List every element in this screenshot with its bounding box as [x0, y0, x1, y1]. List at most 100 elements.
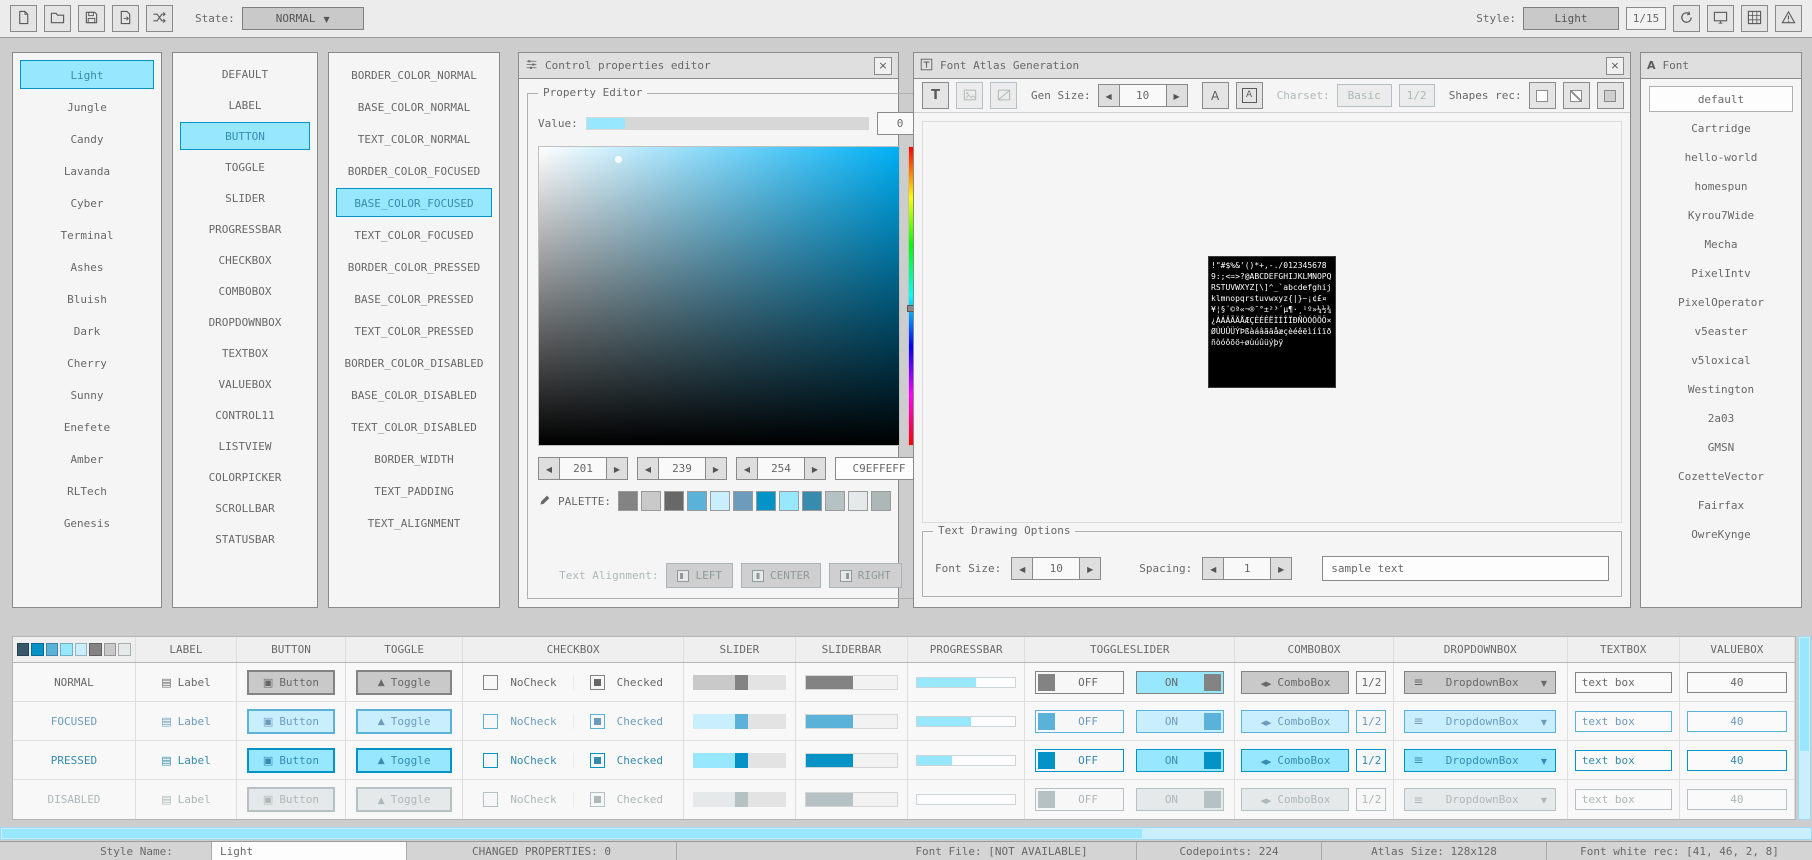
list-item[interactable]: Genesis [20, 508, 154, 537]
button-preview[interactable]: Button [247, 670, 335, 695]
font-size-value[interactable]: 10 [1033, 557, 1079, 580]
toggleslider-off[interactable]: OFF [1035, 671, 1123, 694]
list-item[interactable]: Westington [1649, 376, 1793, 402]
state-dropdown[interactable]: NORMAL [242, 7, 364, 30]
combobox-counter[interactable]: 1/2 [1356, 710, 1386, 733]
list-item[interactable]: Dark [20, 316, 154, 345]
spinner-right-button[interactable] [804, 457, 826, 480]
color-swatch[interactable] [641, 491, 661, 511]
align-left-button[interactable]: LEFT [666, 563, 733, 588]
font-case-button[interactable] [1202, 82, 1229, 109]
slider-handle[interactable] [735, 675, 748, 690]
list-item[interactable]: RLTech [20, 476, 154, 505]
toggle-preview[interactable]: Toggle [356, 670, 451, 695]
list-item[interactable]: BORDER_COLOR_NORMAL [336, 60, 492, 89]
list-item[interactable]: Terminal [20, 220, 154, 249]
font-atlas-image[interactable]: !"#$%&'()*+,-./0123456789:;<=>?@ABCDEFGH… [1208, 256, 1336, 388]
textbox-preview[interactable] [1575, 672, 1672, 693]
list-item[interactable]: OwreKynge [1649, 521, 1793, 547]
red-value[interactable]: 201 [560, 457, 606, 480]
spinner-left-button[interactable] [538, 457, 560, 480]
blue-value[interactable]: 254 [758, 457, 804, 480]
list-item[interactable]: VALUEBOX [180, 370, 310, 398]
list-item[interactable]: TEXTBOX [180, 339, 310, 367]
atlas-viewport[interactable]: !"#$%&'()*+,-./0123456789:;<=>?@ABCDEFGH… [922, 121, 1622, 523]
combobox-counter[interactable]: 1/2 [1356, 749, 1386, 772]
list-item[interactable]: SLIDER [180, 184, 310, 212]
list-item[interactable]: TEXT_ALIGNMENT [336, 508, 492, 537]
color-swatch[interactable] [802, 491, 822, 511]
color-swatch[interactable] [687, 491, 707, 511]
color-cursor[interactable] [615, 156, 622, 163]
combobox-preview[interactable]: ComboBox [1241, 710, 1349, 733]
list-item[interactable]: LISTVIEW [180, 432, 310, 460]
spinner-left-button[interactable] [637, 457, 659, 480]
toggleslider-on[interactable]: ON [1136, 671, 1224, 694]
color-swatch[interactable] [825, 491, 845, 511]
sponsor-button[interactable] [1775, 5, 1802, 32]
screen-mode-button[interactable] [1707, 5, 1734, 32]
value-slider-handle[interactable] [587, 118, 625, 129]
list-item[interactable]: Cherry [20, 348, 154, 377]
scrollbar-thumb[interactable] [2, 829, 1142, 838]
list-item[interactable]: Mecha [1649, 231, 1793, 257]
color-swatch[interactable] [618, 491, 638, 511]
dropdownbox-preview[interactable]: DropdownBox [1404, 710, 1556, 733]
sliderbar-preview[interactable] [805, 675, 898, 690]
valuebox-preview[interactable] [1687, 672, 1787, 693]
sliderbar-preview[interactable] [805, 714, 898, 729]
new-style-button[interactable] [10, 5, 37, 32]
list-item[interactable]: Jungle [20, 92, 154, 121]
spinner-right-button[interactable] [1079, 557, 1101, 580]
valuebox-preview[interactable] [1687, 750, 1787, 771]
toggleslider-off[interactable]: OFF [1035, 749, 1123, 772]
list-item[interactable]: homespun [1649, 173, 1793, 199]
list-item[interactable]: SCROLLBAR [180, 494, 310, 522]
color-swatch[interactable] [710, 491, 730, 511]
list-item[interactable]: CONTROL11 [180, 401, 310, 429]
color-swatch[interactable] [664, 491, 684, 511]
list-item[interactable]: Bluish [20, 284, 154, 313]
list-item[interactable]: 2a03 [1649, 405, 1793, 431]
dropdownbox-preview[interactable]: DropdownBox [1404, 671, 1556, 694]
font-box-button[interactable] [1236, 82, 1263, 109]
slider-preview[interactable] [693, 714, 786, 729]
color-panel[interactable] [538, 146, 900, 446]
spinner-left-button[interactable] [1202, 557, 1224, 580]
checkbox-checked[interactable]: Checked [574, 714, 679, 729]
save-style-button[interactable] [78, 5, 105, 32]
style-table-image-button[interactable] [1741, 5, 1768, 32]
list-item[interactable]: TEXT_COLOR_NORMAL [336, 124, 492, 153]
list-item[interactable]: GMSN [1649, 434, 1793, 460]
green-value[interactable]: 239 [659, 457, 705, 480]
align-center-button[interactable]: CENTER [741, 563, 821, 588]
list-item[interactable]: PixelOperator [1649, 289, 1793, 315]
list-item[interactable]: Candy [20, 124, 154, 153]
spinner-left-button[interactable] [736, 457, 758, 480]
horizontal-scrollbar[interactable] [0, 827, 1812, 840]
dropdownbox-preview[interactable]: DropdownBox [1404, 749, 1556, 772]
textbox-preview[interactable] [1575, 711, 1672, 732]
style-name-input[interactable] [212, 842, 407, 860]
text-tool-button[interactable] [922, 82, 949, 109]
valuebox-preview[interactable] [1687, 711, 1787, 732]
slider-preview[interactable] [693, 753, 786, 768]
scrollbar-thumb[interactable] [1800, 638, 1809, 751]
spinner-right-button[interactable] [705, 457, 727, 480]
color-swatch[interactable] [756, 491, 776, 511]
list-item[interactable]: PixelIntv [1649, 260, 1793, 286]
toggleslider-on[interactable]: ON [1136, 710, 1224, 733]
list-item[interactable]: BORDER_COLOR_DISABLED [336, 348, 492, 377]
export-style-button[interactable] [112, 5, 139, 32]
toggle-preview[interactable]: Toggle [356, 709, 451, 734]
list-item[interactable]: Ashes [20, 252, 154, 281]
list-item[interactable]: Kyrou7Wide [1649, 202, 1793, 228]
color-swatch[interactable] [871, 491, 891, 511]
list-item[interactable]: BUTTON [180, 122, 310, 150]
list-item[interactable]: TOGGLE [180, 153, 310, 181]
shapes-white-rec-button[interactable] [1529, 82, 1556, 109]
combobox-preview[interactable]: ComboBox [1241, 749, 1349, 772]
atlas-regen-button[interactable] [956, 82, 983, 109]
slider-handle[interactable] [735, 753, 748, 768]
list-item[interactable]: DEFAULT [180, 60, 310, 88]
